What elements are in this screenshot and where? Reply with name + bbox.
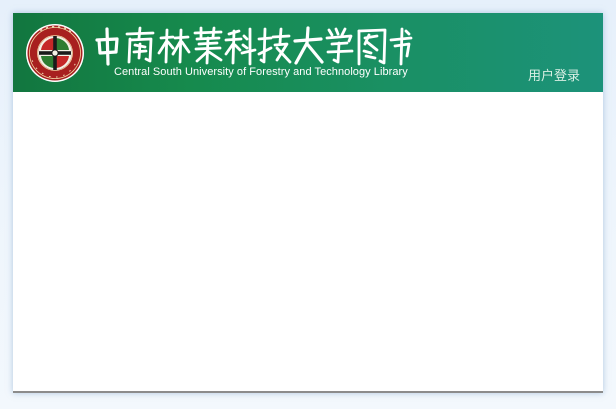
main-panel: Central South University of Forestry and… <box>13 13 603 393</box>
content-area <box>13 92 603 391</box>
library-name-calligraphy <box>95 26 413 66</box>
university-seal-icon <box>26 24 84 82</box>
bottom-divider <box>13 391 603 393</box>
user-login-link[interactable]: 用户登录 <box>528 65 580 84</box>
library-name-english: Central South University of Forestry and… <box>114 66 408 78</box>
header-banner: Central South University of Forestry and… <box>13 13 603 92</box>
